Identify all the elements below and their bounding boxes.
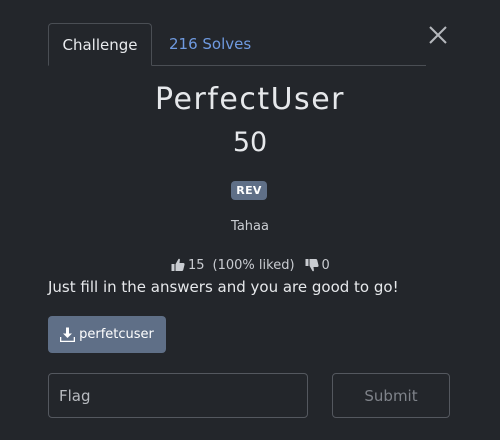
likes-count: 15 xyxy=(188,257,205,273)
thumbs-up-icon[interactable] xyxy=(171,258,185,272)
close-button[interactable] xyxy=(426,23,450,47)
close-icon xyxy=(426,23,450,47)
file-download-button[interactable]: perfetcuser xyxy=(48,316,166,353)
file-name: perfetcuser xyxy=(79,327,154,342)
liked-percentage: (100% liked) xyxy=(212,257,295,273)
download-icon xyxy=(60,327,76,342)
tab-challenge[interactable]: Challenge xyxy=(48,23,152,66)
dislikes-count: 0 xyxy=(321,257,330,273)
tab-solves[interactable]: 216 Solves xyxy=(169,23,251,65)
challenge-modal: Challenge 216 Solves PerfectUser 50 REV … xyxy=(0,0,500,440)
thumbs-down-icon[interactable] xyxy=(305,258,319,272)
modal-tabs: Challenge 216 Solves xyxy=(48,23,426,66)
flag-input[interactable] xyxy=(48,373,308,418)
challenge-ratings: 15 (100% liked) 0 xyxy=(171,256,330,274)
challenge-points: 50 xyxy=(232,127,268,158)
challenge-author: Tahaa xyxy=(231,219,269,234)
challenge-title: PerfectUser xyxy=(155,82,345,117)
submit-button[interactable]: Submit xyxy=(332,373,450,418)
challenge-description: Just fill in the answers and you are goo… xyxy=(48,278,399,296)
category-tag: REV xyxy=(231,181,267,200)
